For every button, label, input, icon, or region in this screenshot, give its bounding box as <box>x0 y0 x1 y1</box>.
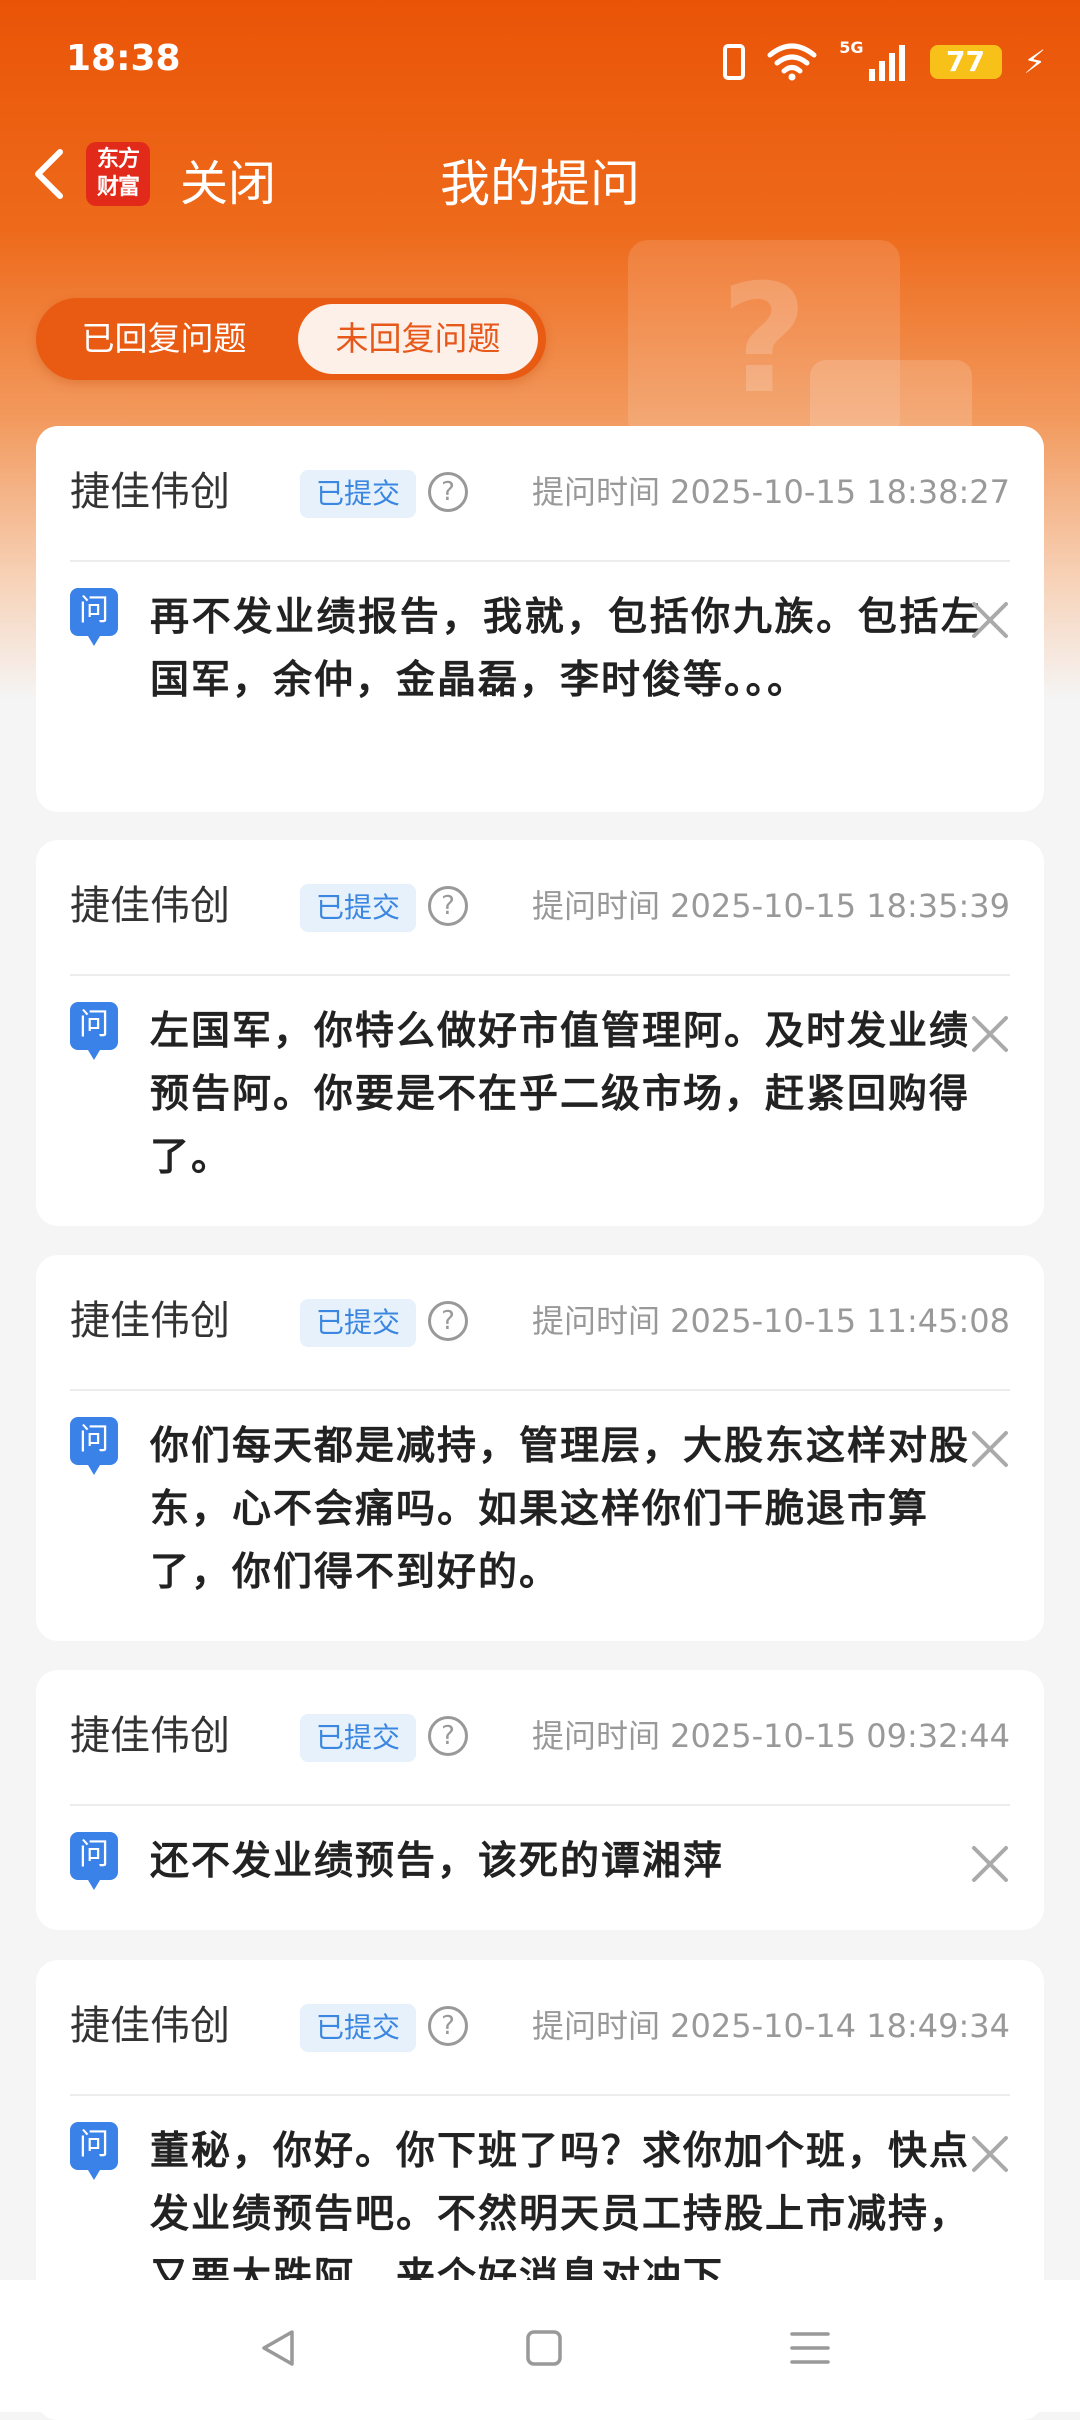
divider <box>70 974 1010 976</box>
question-time: 提问时间 2025-10-15 09:32:44 <box>531 1717 1010 1755</box>
company-name: 捷佳伟创 <box>70 1298 230 1344</box>
status-badge: 已提交 <box>300 884 416 932</box>
card-header: 捷佳伟创 已提交 ? 提问时间 2025-10-15 18:35:39 <box>70 876 1010 936</box>
help-icon[interactable]: ? <box>428 886 468 926</box>
divider <box>70 560 1010 562</box>
card-header: 捷佳伟创 已提交 ? 提问时间 2025-10-15 11:45:08 <box>70 1291 1010 1351</box>
question-time: 提问时间 2025-10-15 18:35:39 <box>531 887 1010 925</box>
system-nav-bar <box>0 2280 1080 2412</box>
close-icon[interactable] <box>970 1429 1010 1469</box>
help-icon[interactable]: ? <box>428 472 468 512</box>
status-bar: 18:38 5G 77 ⚡ <box>0 0 1080 120</box>
nav-home-icon[interactable] <box>514 2318 574 2378</box>
card-header: 捷佳伟创 已提交 ? 提问时间 2025-10-14 18:49:34 <box>70 1996 1010 2056</box>
signal-icon <box>868 45 905 81</box>
close-icon[interactable] <box>970 1844 1010 1884</box>
question-card[interactable]: 捷佳伟创 已提交 ? 提问时间 2025-10-15 18:38:27 问 再不… <box>36 426 1044 812</box>
help-icon[interactable]: ? <box>428 1301 468 1341</box>
status-badge: 已提交 <box>300 1299 416 1347</box>
question-icon: 问 <box>70 1002 118 1060</box>
question-text: 你们每天都是减持，管理层，大股东这样对股东，心不会痛吗。如果这样你们干脆退市算了… <box>150 1424 971 1595</box>
tab-answered[interactable]: 已回复问题 <box>44 304 284 374</box>
company-name: 捷佳伟创 <box>70 883 230 929</box>
battery-icon: 77 <box>929 45 1002 79</box>
question-text: 还不发业绩预告，该死的谭湘萍 <box>150 1839 725 1884</box>
question-icon: 问 <box>70 2122 118 2180</box>
help-icon[interactable]: ? <box>428 1716 468 1756</box>
status-badge: 已提交 <box>300 2004 416 2052</box>
tab-unanswered[interactable]: 未回复问题 <box>298 304 538 374</box>
close-icon[interactable] <box>970 2134 1010 2174</box>
nav-back-icon[interactable] <box>248 2318 308 2378</box>
help-icon[interactable]: ? <box>428 2006 468 2046</box>
divider <box>70 1389 1010 1391</box>
close-icon[interactable] <box>970 1014 1010 1054</box>
company-name: 捷佳伟创 <box>70 2003 230 2049</box>
question-text: 再不发业绩报告，我就，包括你九族。包括左国军，余仲，金晶磊，李时俊等。。。 <box>150 595 982 703</box>
wifi-icon <box>767 43 817 81</box>
divider <box>70 2094 1010 2096</box>
status-badge: 已提交 <box>300 1714 416 1762</box>
status-icons: 5G 77 ⚡ <box>723 40 1046 84</box>
question-card[interactable]: 捷佳伟创 已提交 ? 提问时间 2025-10-15 09:32:44 问 还不… <box>36 1670 1044 1930</box>
card-header: 捷佳伟创 已提交 ? 提问时间 2025-10-15 18:38:27 <box>70 462 1010 522</box>
question-time: 提问时间 2025-10-15 18:38:27 <box>531 473 1010 511</box>
status-time: 18:38 <box>66 38 181 79</box>
status-badge: 已提交 <box>300 470 416 518</box>
network-type: 5G <box>839 38 864 57</box>
app-header: 东方 财富 关闭 我的提问 <box>0 130 1080 220</box>
charging-icon: ⚡ <box>1023 43 1046 81</box>
page-title: 我的提问 <box>440 155 640 213</box>
question-card[interactable]: 捷佳伟创 已提交 ? 提问时间 2025-10-15 11:45:08 问 你们… <box>36 1255 1044 1641</box>
nav-menu-icon[interactable] <box>780 2318 840 2378</box>
company-name: 捷佳伟创 <box>70 1713 230 1759</box>
question-tabs: 已回复问题 未回复问题 <box>36 298 546 380</box>
close-icon[interactable] <box>970 600 1010 640</box>
question-icon: 问 <box>70 1417 118 1475</box>
question-time: 提问时间 2025-10-14 18:49:34 <box>531 2007 1010 2045</box>
question-card[interactable]: 捷佳伟创 已提交 ? 提问时间 2025-10-15 18:35:39 问 左国… <box>36 840 1044 1226</box>
question-time: 提问时间 2025-10-15 11:45:08 <box>531 1302 1010 1340</box>
question-icon: 问 <box>70 588 118 646</box>
question-text: 左国军，你特么做好市值管理阿。及时发业绩预告阿。你要是不在乎二级市场，赶紧回购得… <box>150 1009 971 1180</box>
card-header: 捷佳伟创 已提交 ? 提问时间 2025-10-15 09:32:44 <box>70 1706 1010 1766</box>
company-name: 捷佳伟创 <box>70 469 230 515</box>
question-icon: 问 <box>70 1832 118 1890</box>
vibrate-icon <box>723 44 746 80</box>
divider <box>70 1804 1010 1806</box>
